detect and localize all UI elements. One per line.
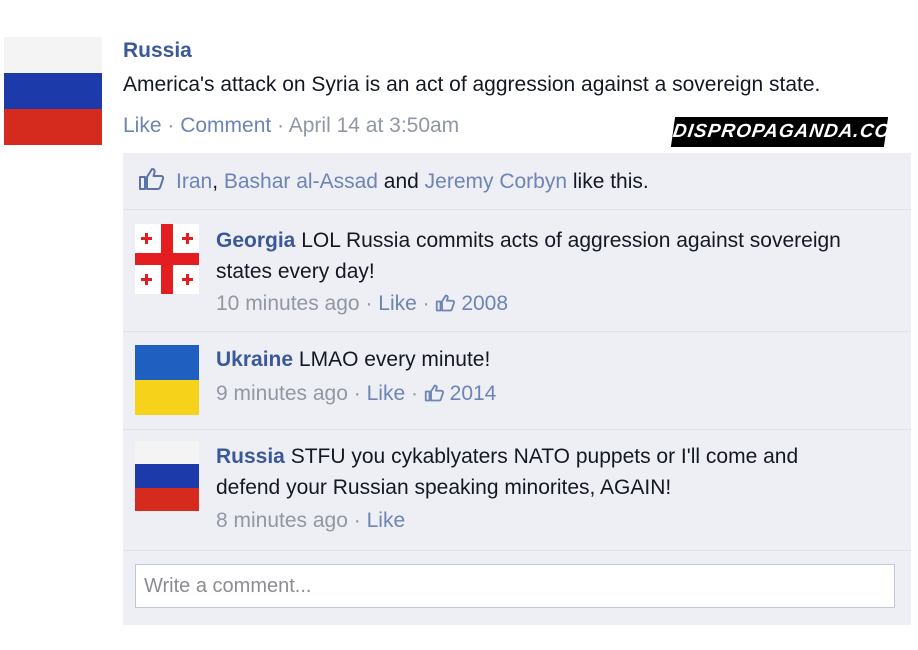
russia-flag-avatar[interactable] xyxy=(4,37,102,145)
likes-suffix: like this. xyxy=(567,170,649,193)
separator: · xyxy=(271,114,289,137)
like-link[interactable]: Like xyxy=(123,114,162,137)
comment-timestamp[interactable]: 8 minutes ago xyxy=(216,509,348,532)
post-actions: Like · Comment · April 14 at 3:50am xyxy=(123,114,459,138)
post-author-name[interactable]: Russia xyxy=(123,39,192,63)
comment-like-link[interactable]: Like xyxy=(378,292,417,315)
comment-author[interactable]: Russia xyxy=(216,445,285,468)
comment-timestamp[interactable]: 9 minutes ago xyxy=(216,382,348,405)
separator: · xyxy=(359,292,379,315)
comment-text: LOL Russia commits acts of aggression ag… xyxy=(216,229,841,283)
divider xyxy=(123,331,911,332)
comment-text: STFU you cykablyaters NATO puppets or I'… xyxy=(216,445,799,499)
russia-flag-avatar[interactable] xyxy=(135,441,199,511)
comment-section: Iran, Bashar al-Assad and Jeremy Corbyn … xyxy=(123,153,911,625)
comment-like-count[interactable]: 2008 xyxy=(461,292,508,315)
comment-meta: 8 minutes ago · Like xyxy=(216,509,405,533)
separator: · xyxy=(347,382,367,405)
separator: , xyxy=(212,170,224,193)
comment-meta: 9 minutes ago · Like · 2014 xyxy=(216,382,496,406)
ukraine-flag-avatar[interactable] xyxy=(135,345,199,415)
comment-author[interactable]: Ukraine xyxy=(216,348,293,371)
separator: · xyxy=(347,509,367,532)
comment-like-count[interactable]: 2014 xyxy=(450,382,497,405)
thumbs-up-icon xyxy=(424,382,444,405)
thumbs-up-icon xyxy=(435,292,456,315)
divider xyxy=(123,550,911,551)
comment-like-link[interactable]: Like xyxy=(367,509,406,532)
write-comment-input[interactable]: Write a comment... xyxy=(135,564,895,608)
divider xyxy=(123,209,911,210)
watermark-logo: DISPROPAGANDA.COM xyxy=(670,117,909,147)
separator: · xyxy=(161,114,181,137)
post-timestamp[interactable]: April 14 at 3:50am xyxy=(289,114,459,137)
thumbs-up-icon xyxy=(138,167,165,197)
comment-link[interactable]: Comment xyxy=(180,114,271,137)
likes-summary: Iran, Bashar al-Assad and Jeremy Corbyn … xyxy=(138,167,649,197)
comment-timestamp[interactable]: 10 minutes ago xyxy=(216,292,360,315)
comment-ukraine: Ukraine LMAO every minute! xyxy=(216,344,856,375)
comment-author[interactable]: Georgia xyxy=(216,229,295,252)
comment-like-link[interactable]: Like xyxy=(367,382,406,405)
divider xyxy=(123,429,911,430)
liker-corbyn[interactable]: Jeremy Corbyn xyxy=(425,170,567,193)
separator: and xyxy=(377,170,425,193)
separator: · xyxy=(405,382,424,405)
comment-russia: Russia STFU you cykablyaters NATO puppet… xyxy=(216,441,856,503)
separator: · xyxy=(416,292,436,315)
georgia-flag-avatar[interactable] xyxy=(135,224,199,294)
post-text: America's attack on Syria is an act of a… xyxy=(123,73,821,96)
liker-iran[interactable]: Iran xyxy=(176,170,212,193)
comment-text: LMAO every minute! xyxy=(298,348,491,371)
liker-assad[interactable]: Bashar al-Assad xyxy=(224,170,378,193)
comment-georgia: Georgia LOL Russia commits acts of aggre… xyxy=(216,225,856,287)
comment-meta: 10 minutes ago · Like · 2008 xyxy=(216,292,508,316)
